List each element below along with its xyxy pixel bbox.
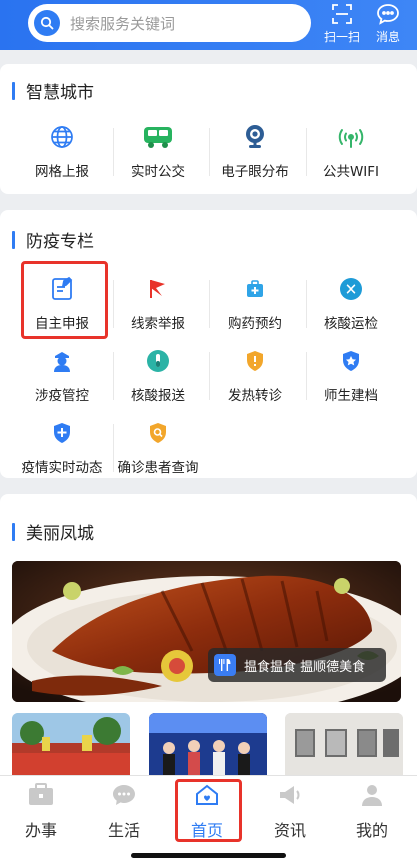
- epidemic-realtime-item[interactable]: 疫情实时动态: [10, 420, 114, 476]
- bus-icon: [142, 124, 174, 154]
- nucleic-transport-item[interactable]: 核酸运检: [299, 276, 403, 332]
- test-tube-icon: [146, 349, 170, 377]
- epidemic-control-item[interactable]: 涉疫管控: [10, 348, 114, 404]
- beautiful-city-title: 美丽凤城: [12, 519, 94, 544]
- tab-news[interactable]: 资讯: [255, 783, 325, 841]
- smart-city-title: 智慧城市: [12, 78, 94, 103]
- search-bar[interactable]: 搜索服务关键词: [28, 4, 311, 42]
- home-tab-highlight: [175, 779, 242, 842]
- globe-icon: [49, 124, 75, 154]
- scan-label: 扫一扫: [323, 30, 360, 44]
- shield-search-icon: [148, 422, 168, 448]
- nucleic-report-item[interactable]: 核酸报送: [106, 348, 210, 404]
- person-icon: [360, 783, 384, 811]
- thumbnail-stage[interactable]: [149, 713, 267, 775]
- realtime-bus-item[interactable]: 实时公交: [106, 124, 210, 180]
- confirmed-patient-query-item[interactable]: 确诊患者查询: [106, 420, 210, 476]
- tab-services[interactable]: 办事: [6, 783, 76, 841]
- fever-referral-item[interactable]: 发热转诊: [203, 348, 307, 404]
- epidemic-title: 防疫专栏: [12, 227, 94, 252]
- medicine-booking-item[interactable]: 购药预约: [203, 276, 307, 332]
- flag-icon: [147, 277, 169, 305]
- teacher-student-record-item[interactable]: 师生建档: [299, 348, 403, 404]
- message-label: 消息: [375, 30, 400, 44]
- message-button[interactable]: 消息: [368, 2, 408, 45]
- medicine-kit-icon: [244, 278, 266, 304]
- dna-icon: [339, 277, 363, 305]
- thumbnail-festival[interactable]: [12, 713, 130, 775]
- clue-report-item[interactable]: 线索举报: [106, 276, 210, 332]
- tab-mine[interactable]: 我的: [337, 783, 407, 841]
- megaphone-icon: [277, 783, 303, 811]
- shield-alert-icon: [245, 350, 265, 376]
- top-header: 搜索服务关键词 扫一扫 消息: [0, 0, 417, 50]
- wifi-icon: [336, 124, 366, 154]
- chat-bubble-icon: [111, 783, 137, 811]
- shield-plus-icon: [52, 422, 72, 448]
- grid-report-item[interactable]: 网格上报: [10, 124, 114, 180]
- scan-icon: [331, 3, 353, 28]
- tab-life[interactable]: 生活: [89, 783, 159, 841]
- camera-icon: [242, 123, 268, 155]
- fork-knife-icon: [214, 654, 236, 676]
- scan-button[interactable]: 扫一扫: [322, 2, 362, 45]
- banner-caption: 揾食揾食 揾顺德美食: [208, 648, 386, 682]
- message-icon: [376, 3, 400, 28]
- search-placeholder: 搜索服务关键词: [70, 14, 176, 33]
- thumbnail-gallery[interactable]: [285, 713, 403, 775]
- briefcase-icon: [27, 783, 55, 811]
- shield-badge-icon: [341, 350, 361, 376]
- self-declaration-highlight: [21, 261, 108, 339]
- e-camera-item[interactable]: 电子眼分布: [203, 124, 307, 180]
- officer-icon: [51, 349, 73, 377]
- home-indicator: [131, 853, 286, 858]
- search-icon: [34, 10, 60, 36]
- public-wifi-item[interactable]: 公共WIFI: [299, 124, 403, 180]
